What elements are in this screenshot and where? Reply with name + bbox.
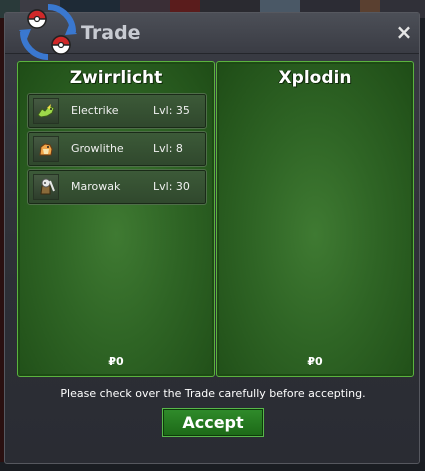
left-trainer-name: Zwirrlicht: [69, 68, 163, 88]
window-title: Trade: [81, 22, 141, 44]
left-money-offer[interactable]: ₽0: [20, 355, 212, 368]
trade-panel-right: Xplodin ₽0: [216, 61, 414, 377]
marowak-icon: [33, 174, 59, 200]
pokemon-level: Lvl: 8: [153, 142, 183, 155]
pokemon-level: Lvl: 35: [153, 104, 190, 117]
pokemon-slot-electrike[interactable]: Electrike Lvl: 35: [27, 93, 207, 129]
pokemon-name: Electrike: [71, 104, 119, 117]
pokemon-slot-marowak[interactable]: Marowak Lvl: 30: [27, 169, 207, 205]
trade-notice: Please check over the Trade carefully be…: [60, 387, 366, 400]
pokemon-name: Growlithe: [71, 142, 124, 155]
right-money-offer: ₽0: [307, 355, 323, 368]
pokemon-name: Marowak: [71, 180, 121, 193]
close-button[interactable]: ×: [395, 22, 413, 42]
pokemon-level: Lvl: 30: [153, 180, 190, 193]
trade-panel-left: Zwirrlicht Electrike Lvl: 35 Growlithe L…: [17, 61, 215, 377]
pokemon-slot-growlithe[interactable]: Growlithe Lvl: 8: [27, 131, 207, 167]
trade-window: Trade × Zwirrlicht Electrike Lvl: 35 Gro…: [4, 4, 420, 464]
left-pokemon-list: Electrike Lvl: 35 Growlithe Lvl: 8 Marow…: [27, 93, 207, 208]
growlithe-icon: [33, 136, 59, 162]
trade-logo-icon: [19, 4, 77, 60]
right-trainer-name: Xplodin: [278, 68, 352, 88]
electrike-icon: [33, 98, 59, 124]
accept-button[interactable]: Accept: [162, 408, 264, 437]
